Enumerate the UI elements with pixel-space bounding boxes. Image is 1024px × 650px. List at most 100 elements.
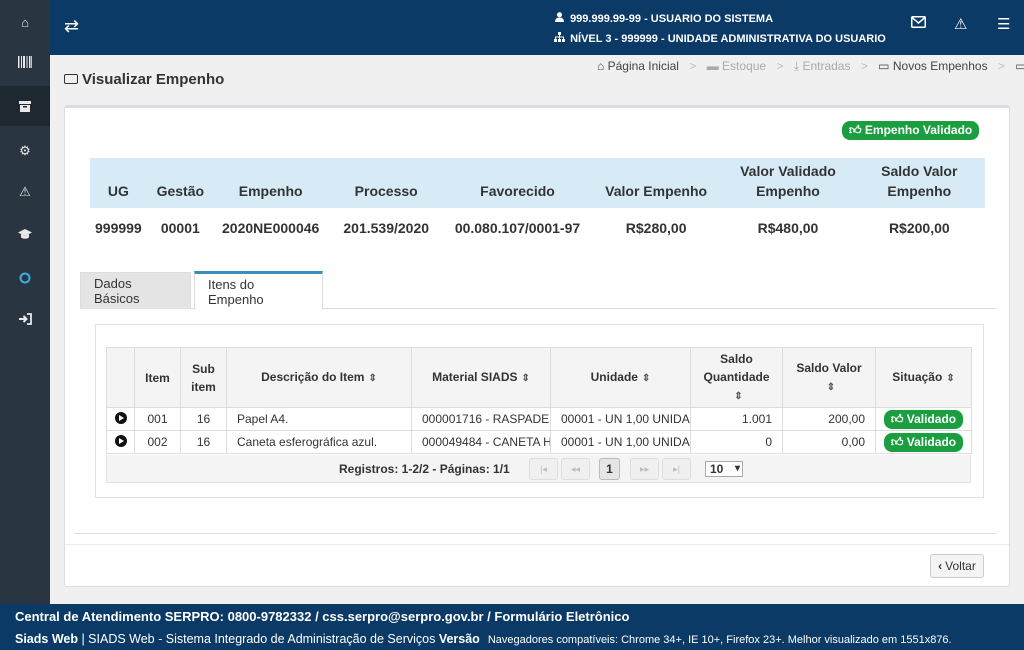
sort-icon[interactable]: ⇕ [368,373,376,384]
top-bar: ⇄ 999.999.99-99 - USUARIO DO SISTEMA NÍV… [50,0,1024,55]
back-button-label: Voltar [945,559,976,573]
user-level: NÍVEL 3 - 999999 - UNIDADE ADMINISTRATIV… [570,33,886,45]
col-header-descricao[interactable]: Descrição do Item ⇕ [226,347,412,408]
breadcrumb-estoque[interactable]: ▬ Estoque [707,59,766,73]
graduation-cap-icon[interactable] [0,214,50,254]
tab-bar: Dados Básicos Itens do Empenho [80,271,997,310]
col-header-unidade-label: Unidade [590,369,638,384]
tab-itens-do-empenho[interactable]: Itens do Empenho [194,271,323,310]
page-size-select[interactable]: 10 [705,461,743,477]
status-badge: 👍︎ Validado [883,432,964,452]
money-icon: ▭ [878,59,890,73]
tab-dados-basicos[interactable]: Dados Básicos [80,272,191,309]
table-cell: 0 [690,430,783,454]
col-header-descricao-label: Descrição do Item [261,369,365,384]
summary-value: R$480,00 [757,220,819,236]
gears-icon[interactable]: ⚙ [0,131,50,171]
col-header-situacao[interactable]: Situação ⇕ [875,347,972,408]
archive-icon[interactable] [0,86,50,126]
col-header-situacao-label: Situação [892,369,943,384]
col-header-item-label: Item [145,370,170,385]
status-badge: 👍︎ Empenho Validado [842,121,980,140]
col-header-saldo-valor-label: Saldo Valor [796,360,862,375]
thumbs-up-icon: 👍︎ [890,411,907,426]
table-cell: 000001716 - RASPADEIRA [411,407,551,431]
envelope-icon[interactable] [911,15,926,32]
divider [74,533,996,534]
table-cell: 000049484 - CANETA HIDROGRÁFICA [411,430,551,454]
footer: Central de Atendimento SERPRO: 0800-9782… [0,604,1024,650]
table-cell: 001 [134,407,181,431]
thumbs-up-icon: 👍︎ [849,123,862,137]
summary-value: R$280,00 [625,220,687,236]
money-icon: ▭ [1015,59,1024,73]
archive-icon: ▬ [706,59,719,73]
page-title-text: Visualizar Empenho [82,71,225,88]
breadcrumb-entradas-label: Entradas [802,59,851,73]
summary-header: Empenho [213,158,328,208]
summary-header: Processo [327,158,446,208]
expand-row-icon[interactable] [114,434,127,447]
tab-itens-label: Itens do Empenho [208,277,264,307]
main-content: Visualizar Empenho ⌂ Página Inicial > ▬ … [50,55,1024,604]
breadcrumb-entradas[interactable]: ⤓ Entradas [794,59,851,73]
summary-header: Gestão [146,158,214,208]
expand-row-cell[interactable] [106,430,135,454]
col-header-saldo-quantidade[interactable]: Saldo Quantidade ⇕ [690,347,783,408]
sort-icon[interactable]: ⇕ [642,373,650,384]
toggle-sidebar-icon[interactable]: ⇄ [64,16,79,37]
page-button-current[interactable]: 1 [599,458,620,480]
status-cell: 👍︎ Validado [875,430,972,454]
sort-icon[interactable]: ⇕ [827,382,835,393]
footer-app-name: Siads Web [15,632,78,646]
status-badge: 👍︎ Validado [883,409,964,429]
breadcrumb-novos-empenhos[interactable]: ▭ Novos Empenhos [878,59,987,73]
circle-icon[interactable] [0,258,50,298]
sort-icon[interactable]: ⇕ [946,373,954,384]
status-badge-label: Validado [906,411,957,426]
breadcrumb-home-label: Página Inicial [607,59,679,73]
menu-icon[interactable]: ☰ [997,15,1010,33]
user-info: 999.999.99-99 - USUARIO DO SISTEMA NÍVEL… [552,9,886,49]
breadcrumb-home[interactable]: ⌂ Página Inicial [597,59,679,73]
user-icon [552,9,566,29]
sort-icon[interactable]: ⇕ [521,373,529,384]
tab-dados-basicos-label: Dados Básicos [94,276,140,306]
expand-row-cell[interactable] [106,407,135,431]
empenho-panel: 👍︎ Empenho Validado UG Gestão Empenho Proce… [64,105,1010,587]
table-row[interactable]: 002 16 Caneta esferográfica azul. 000049484… [106,430,972,454]
thumbs-up-icon: 👍︎ [890,434,907,449]
pager: Registros: 1-2/2 - Páginas: 1/1 |◂ ◂◂ 1 … [106,455,971,483]
user-name: 999.999.99-99 - USUARIO DO SISTEMA [570,13,774,25]
col-header-subitem-label: Sub item [191,361,216,394]
expand-row-icon[interactable] [114,411,127,424]
summary-value: 201.539/2020 [343,220,430,236]
table-cell: 16 [180,407,227,431]
sign-in-icon[interactable] [0,299,50,339]
table-cell: 00001 - UN 1,00 UNIDADE [550,407,691,431]
summary-value: 999999 [95,220,142,236]
next-page-button[interactable]: ▸▸ [630,458,659,480]
sidebar: ⌂ ⚙ ⚠ [0,0,50,604]
last-page-button[interactable]: ▸| [662,458,691,480]
table-cell: 00001 - UN 1,00 UNIDADE [550,430,691,454]
table-cell: 200,00 [782,407,876,431]
items-grid-container: Item Sub item Descrição do Item ⇕ Materia… [95,324,984,498]
col-header-unidade[interactable]: Unidade ⇕ [550,347,691,408]
summary-value: 2020NE000046 [222,220,320,236]
first-page-button[interactable]: |◂ [529,458,558,480]
alert-icon[interactable]: ⚠ [954,15,967,33]
col-header-material[interactable]: Material SIADS ⇕ [411,347,551,408]
home-icon[interactable]: ⌂ [0,2,50,42]
prev-page-button[interactable]: ◂◂ [561,458,590,480]
summary-header: UG [90,158,147,208]
home-icon: ⌂ [597,59,605,73]
sort-icon[interactable]: ⇕ [734,391,742,402]
back-button[interactable]: ‹ Voltar [930,554,984,578]
barcode-icon[interactable] [0,42,50,82]
table-row[interactable]: 00116Papel A4.000001716 - RASPADEIRA0000… [106,407,972,431]
warning-icon[interactable]: ⚠ [0,172,50,212]
table-cell: 002 [134,430,181,454]
col-header-saldo-valor[interactable]: Saldo Valor ⇕ [782,347,876,408]
table-cell: 0,00 [782,430,876,454]
